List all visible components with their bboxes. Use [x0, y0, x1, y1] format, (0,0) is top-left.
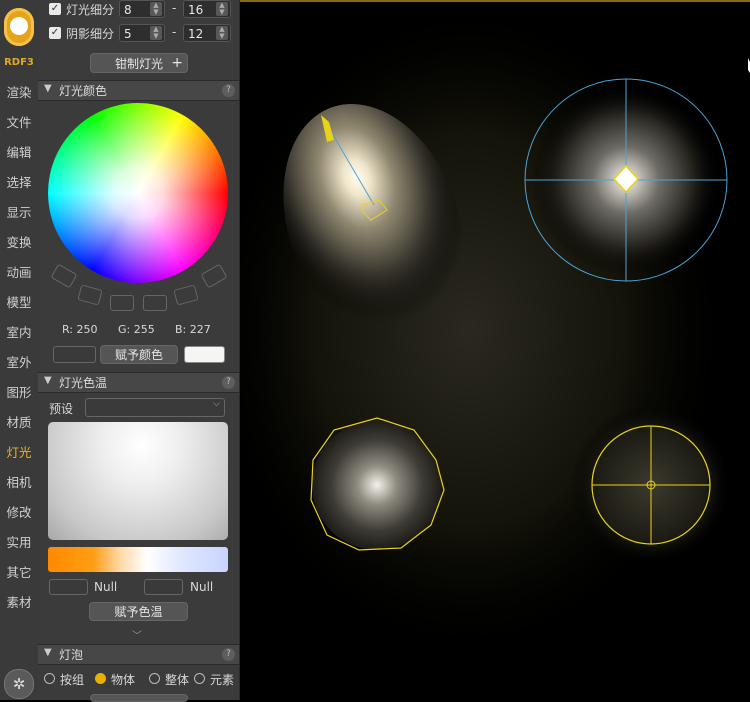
color-wheel-saturation — [48, 103, 228, 283]
logo-face — [10, 17, 28, 35]
b-value: B: 227 — [175, 323, 211, 336]
nav-item-13[interactable]: 相机 — [0, 470, 38, 496]
make-light-button[interactable]: 钳制灯光 + — [90, 53, 188, 73]
shadow-subdiv-min-value: 5 — [124, 27, 132, 41]
spinner-arrows-icon[interactable]: ▲ ▼ — [150, 26, 162, 40]
nav-item-1[interactable]: 文件 — [0, 110, 38, 136]
light-subdiv-checkbox[interactable]: ✓ — [49, 3, 61, 15]
bulb-title: 灯泡 — [59, 648, 84, 662]
nav-item-12[interactable]: 灯光 — [0, 440, 38, 466]
nav-item-2[interactable]: 编辑 — [0, 140, 38, 166]
bulb-action-button[interactable] — [90, 694, 188, 702]
gear-icon[interactable]: ✲ — [4, 669, 34, 699]
color-slot[interactable] — [50, 263, 78, 289]
shadow-subdiv-checkbox[interactable]: ✓ — [49, 27, 61, 39]
light-subdiv-min-value: 8 — [124, 3, 132, 17]
color-swatch-arc — [48, 262, 228, 312]
preset-label: 预设 — [49, 402, 74, 416]
shadow-subdiv-max-input[interactable]: 12 ▲ ▼ — [183, 24, 231, 42]
expand-chevron-icon[interactable]: ﹀ — [132, 627, 142, 642]
color-wheel[interactable] — [48, 103, 228, 283]
collapse-arrow-icon[interactable]: ▼ — [44, 375, 52, 386]
new-color-swatch[interactable] — [184, 346, 225, 363]
help-icon[interactable]: ? — [222, 648, 235, 661]
separator: - — [172, 1, 177, 15]
temp-min-field[interactable] — [49, 579, 88, 595]
light-subdiv-label: 灯光细分 — [66, 3, 115, 17]
bulb-header[interactable]: ▼ 灯泡 ? — [38, 644, 239, 665]
nav-item-9[interactable]: 室外 — [0, 350, 38, 376]
plus-icon[interactable]: + — [171, 53, 183, 73]
nav-item-16[interactable]: 其它 — [0, 560, 38, 586]
nav-item-6[interactable]: 动画 — [0, 260, 38, 286]
shadow-subdiv-row: ✓ 阴影细分 5 ▲ ▼ - 12 ▲ ▼ — [38, 24, 239, 43]
nav-item-11[interactable]: 材质 — [0, 410, 38, 436]
light-subdiv-max-input[interactable]: 16 ▲ ▼ — [183, 0, 231, 18]
collapse-arrow-icon[interactable]: ▼ — [44, 83, 52, 94]
bulb-option-label-1[interactable]: 物体 — [111, 671, 135, 688]
nav-item-17[interactable]: 素材 — [0, 590, 38, 616]
separator: - — [172, 25, 177, 39]
temp-min-null: Null — [94, 580, 118, 594]
spinner-arrows-icon[interactable]: ▲ ▼ — [216, 2, 228, 16]
shadow-subdiv-max-value: 12 — [188, 27, 204, 41]
bulb-option-radio-1[interactable] — [95, 673, 106, 684]
nav-item-15[interactable]: 实用 — [0, 530, 38, 556]
viewport-top-border — [239, 0, 750, 2]
temp-max-null: Null — [190, 580, 214, 594]
bulb-option-label-2[interactable]: 整体 — [165, 671, 189, 688]
tool-panel: ✓ 灯光细分 8 ▲ ▼ - 16 ▲ ▼ ✓ 阴影细分 5 ▲ ▼ - 12 ▲ ▼ 钳制灯光… — [38, 0, 240, 702]
brand-label: RDF3 — [4, 57, 34, 68]
light-color-title: 灯光颜色 — [59, 84, 108, 98]
light-temp-title: 灯光色温 — [59, 376, 108, 390]
bulb-option-label-3[interactable]: 元素 — [210, 671, 234, 688]
light-subdiv-max-value: 16 — [188, 3, 204, 17]
sphere-light-body — [312, 420, 442, 550]
chevron-down-icon[interactable]: ⌵ — [213, 399, 220, 409]
light-subdiv-row: ✓ 灯光细分 8 ▲ ▼ - 16 ▲ ▼ — [38, 0, 239, 19]
light-color-header[interactable]: ▼ 灯光颜色 ? — [38, 80, 239, 101]
temp-max-field[interactable] — [144, 579, 183, 595]
color-slot[interactable] — [200, 263, 228, 289]
bulb-option-radio-0[interactable] — [44, 673, 55, 684]
assign-color-button[interactable]: 赋予颜色 — [100, 345, 178, 364]
bulb-option-radio-3[interactable] — [194, 673, 205, 684]
nav-item-7[interactable]: 模型 — [0, 290, 38, 316]
collapse-arrow-icon[interactable]: ▼ — [44, 647, 52, 658]
3d-viewport[interactable] — [239, 0, 750, 700]
nav-item-0[interactable]: 渲染 — [0, 80, 38, 106]
light-subdiv-min-input[interactable]: 8 ▲ ▼ — [119, 0, 165, 18]
nav-item-3[interactable]: 选择 — [0, 170, 38, 196]
spinner-arrows-icon[interactable]: ▲ ▼ — [150, 2, 162, 16]
assign-temp-button[interactable]: 赋予色温 — [89, 602, 188, 621]
shadow-subdiv-min-input[interactable]: 5 ▲ ▼ — [119, 24, 165, 42]
nav-item-4[interactable]: 显示 — [0, 200, 38, 226]
temperature-preview[interactable] — [48, 422, 228, 540]
help-icon[interactable]: ? — [222, 84, 235, 97]
spinner-arrows-icon[interactable]: ▲ ▼ — [216, 26, 228, 40]
nav-item-14[interactable]: 修改 — [0, 500, 38, 526]
light-temp-header[interactable]: ▼ 灯光色温 ? — [38, 372, 239, 393]
viewport-canvas — [239, 0, 750, 660]
shadow-subdiv-label: 阴影细分 — [66, 27, 115, 41]
g-value: G: 255 — [118, 323, 155, 336]
left-nav: RDF3 渲染文件编辑选择显示变换动画模型室内室外图形材质灯光相机修改实用其它素… — [0, 0, 39, 700]
color-slot[interactable] — [110, 295, 134, 311]
nav-item-10[interactable]: 图形 — [0, 380, 38, 406]
bulb-option-label-0[interactable]: 按组 — [60, 671, 84, 688]
color-slot[interactable] — [77, 284, 103, 306]
color-temperature-bar[interactable] — [48, 547, 228, 572]
color-slot[interactable] — [143, 295, 167, 311]
preset-select[interactable]: ⌵ — [85, 398, 225, 417]
nav-item-8[interactable]: 室内 — [0, 320, 38, 346]
nav-item-5[interactable]: 变换 — [0, 230, 38, 256]
help-icon[interactable]: ? — [222, 376, 235, 389]
bulb-option-radio-2[interactable] — [149, 673, 160, 684]
make-light-label: 钳制灯光 — [114, 57, 163, 71]
color-slot[interactable] — [173, 284, 199, 306]
current-color-swatch[interactable] — [53, 346, 96, 363]
r-value: R: 250 — [62, 323, 98, 336]
